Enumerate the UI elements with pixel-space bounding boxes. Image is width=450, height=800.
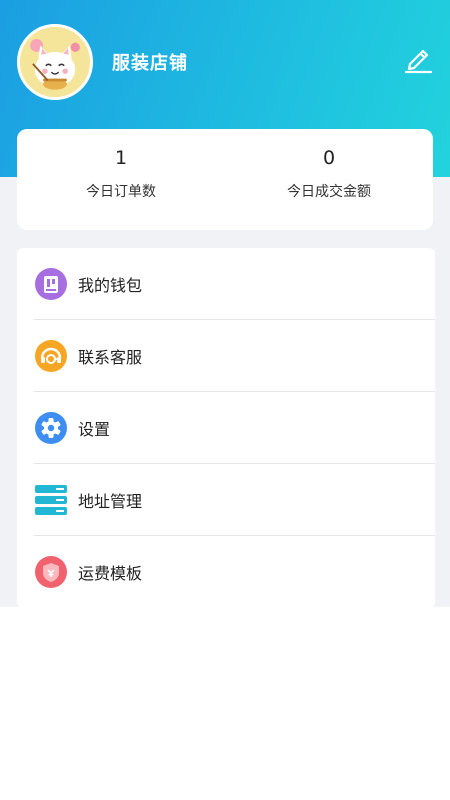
menu-item-settings[interactable]: 设置 [17,392,435,464]
stat-value: 1 [114,147,128,169]
stat-label: 今日订单数 [86,184,156,200]
menu-item-shipping-template[interactable]: 运费模板 [17,536,435,608]
edit-profile-button[interactable] [402,42,434,74]
today-stats-card: 1 今日订单数 0 今日成交金额 [17,129,433,230]
menu-item-customer-service[interactable]: 联系客服 [17,320,435,392]
wallet-icon [34,267,68,301]
edit-pencil-icon [404,49,433,74]
store-profile-page: 服装店铺 1 今日订单数 0 今日成交金额 我的钱包 联系客服 设置 地址管理 … [0,0,450,800]
customer-service-icon [34,339,68,373]
address-list-icon [34,483,68,517]
settings-gear-icon [34,411,68,445]
stat-label: 今日成交金额 [287,184,371,200]
menu-item-label: 设置 [78,420,111,439]
cat-avatar-icon [20,27,90,97]
stat-value: 0 [322,147,336,169]
menu-item-label: 我的钱包 [78,276,143,295]
menu-item-wallet[interactable]: 我的钱包 [17,248,435,320]
shipping-template-icon [34,555,68,589]
store-name: 服装店铺 [112,53,188,74]
menu-item-label: 联系客服 [78,348,143,367]
avatar[interactable] [17,24,93,100]
stat-today-orders[interactable]: 1 今日订单数 [17,129,225,230]
menu-item-address[interactable]: 地址管理 [17,464,435,536]
menu-list: 我的钱包 联系客服 设置 地址管理 运费模板 [17,248,435,608]
menu-item-label: 运费模板 [78,564,143,583]
stat-today-revenue[interactable]: 0 今日成交金额 [225,129,433,230]
menu-item-label: 地址管理 [78,492,143,511]
